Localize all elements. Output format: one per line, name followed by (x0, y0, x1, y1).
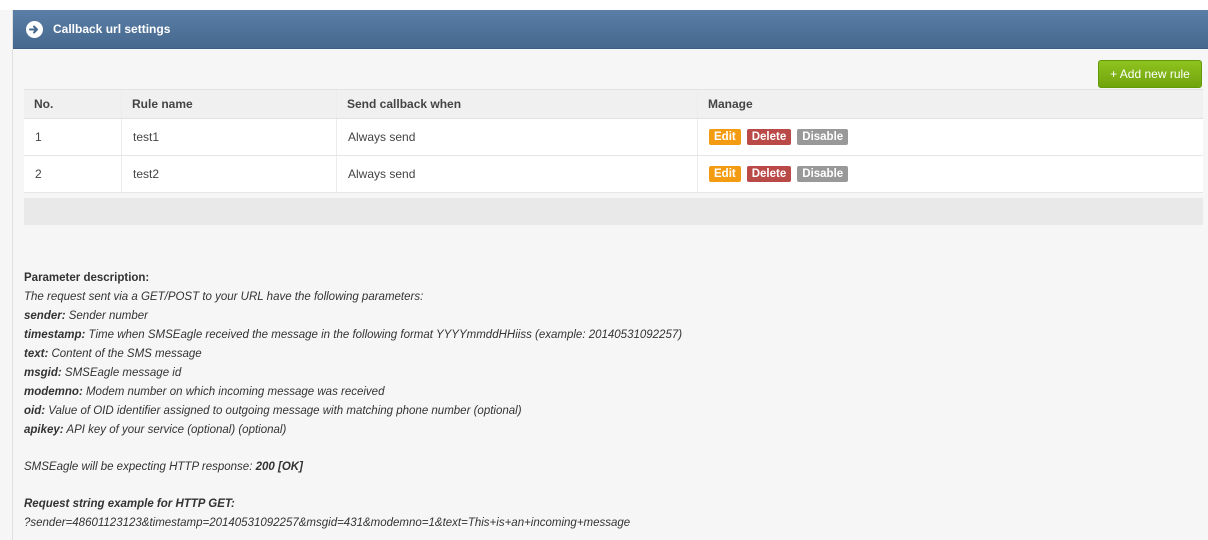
param-desc: Time when SMSEagle received the message … (85, 329, 683, 341)
manage-cell: Edit Delete Disable (697, 155, 1203, 193)
panel-title: Callback url settings (53, 22, 171, 36)
column-header-no: No. (24, 89, 122, 119)
param-oid: oid: Value of OID identifier assigned to… (24, 402, 1194, 421)
param-desc: API key of your service (optional) (opti… (63, 424, 287, 436)
param-desc: Value of OID identifier assigned to outg… (45, 405, 522, 417)
param-key: sender: (24, 310, 66, 322)
response-value: 200 [OK] (255, 461, 303, 473)
send-callback-when: Always send (336, 155, 698, 193)
row-number: 2 (24, 155, 122, 193)
panel-header: Callback url settings (13, 10, 1208, 49)
table-row: 2 test2 Always send Edit Delete Disable (24, 155, 1203, 193)
callback-settings-panel: Callback url settings + Add new rule No.… (12, 10, 1208, 540)
expected-response: SMSEagle will be expecting HTTP response… (24, 458, 1194, 477)
param-key: modemno: (24, 386, 83, 398)
rule-name: test2 (121, 155, 337, 193)
parameter-intro: The request sent via a GET/POST to your … (24, 291, 424, 303)
param-key: timestamp: (24, 329, 86, 341)
column-header-send-callback-when: Send callback when (336, 89, 698, 119)
parameter-heading: Parameter description: (24, 272, 150, 284)
top-strip (0, 0, 1208, 10)
param-desc: Modem number on which incoming message w… (82, 386, 385, 398)
param-msgid: msgid: SMSEagle message id (24, 364, 1194, 383)
delete-button[interactable]: Delete (746, 129, 792, 145)
table-header-row: No. Rule name Send callback when Manage (24, 89, 1203, 119)
column-header-rule-name: Rule name (121, 89, 337, 119)
response-prefix: SMSEagle will be expecting HTTP response… (24, 461, 256, 473)
param-key: msgid: (24, 367, 62, 379)
param-key: text: (24, 348, 49, 360)
example-heading: Request string example for HTTP GET: (24, 498, 235, 510)
param-apikey: apikey: API key of your service (optiona… (24, 421, 1194, 440)
edit-button[interactable]: Edit (709, 166, 741, 182)
param-sender: sender: Sender number (24, 307, 1194, 326)
circle-arrow-right-icon (26, 20, 43, 38)
param-desc: Sender number (65, 310, 149, 322)
rule-name: test1 (121, 118, 337, 156)
send-callback-when: Always send (336, 118, 698, 156)
row-number: 1 (24, 118, 122, 156)
param-desc: SMSEagle message id (61, 367, 182, 379)
table-row: 1 test1 Always send Edit Delete Disable (24, 118, 1203, 156)
manage-cell: Edit Delete Disable (697, 118, 1203, 156)
param-text: text: Content of the SMS message (24, 345, 1194, 364)
param-key: apikey: (24, 424, 64, 436)
delete-button[interactable]: Delete (746, 166, 792, 182)
param-modemno: modemno: Modem number on which incoming … (24, 383, 1194, 402)
disable-button[interactable]: Disable (797, 129, 849, 145)
parameter-description: Parameter description: The request sent … (24, 269, 1194, 533)
example-request-string: ?sender=48601123123&timestamp=2014053109… (24, 517, 631, 529)
rules-table: No. Rule name Send callback when Manage … (24, 89, 1203, 193)
param-timestamp: timestamp: Time when SMSEagle received t… (24, 326, 1194, 345)
column-header-manage: Manage (697, 89, 1203, 119)
param-key: oid: (24, 405, 46, 417)
edit-button[interactable]: Edit (709, 129, 741, 145)
disable-button[interactable]: Disable (797, 166, 849, 182)
add-new-rule-button[interactable]: + Add new rule (1098, 60, 1202, 88)
table-footer (24, 198, 1203, 225)
param-desc: Content of the SMS message (48, 348, 202, 360)
